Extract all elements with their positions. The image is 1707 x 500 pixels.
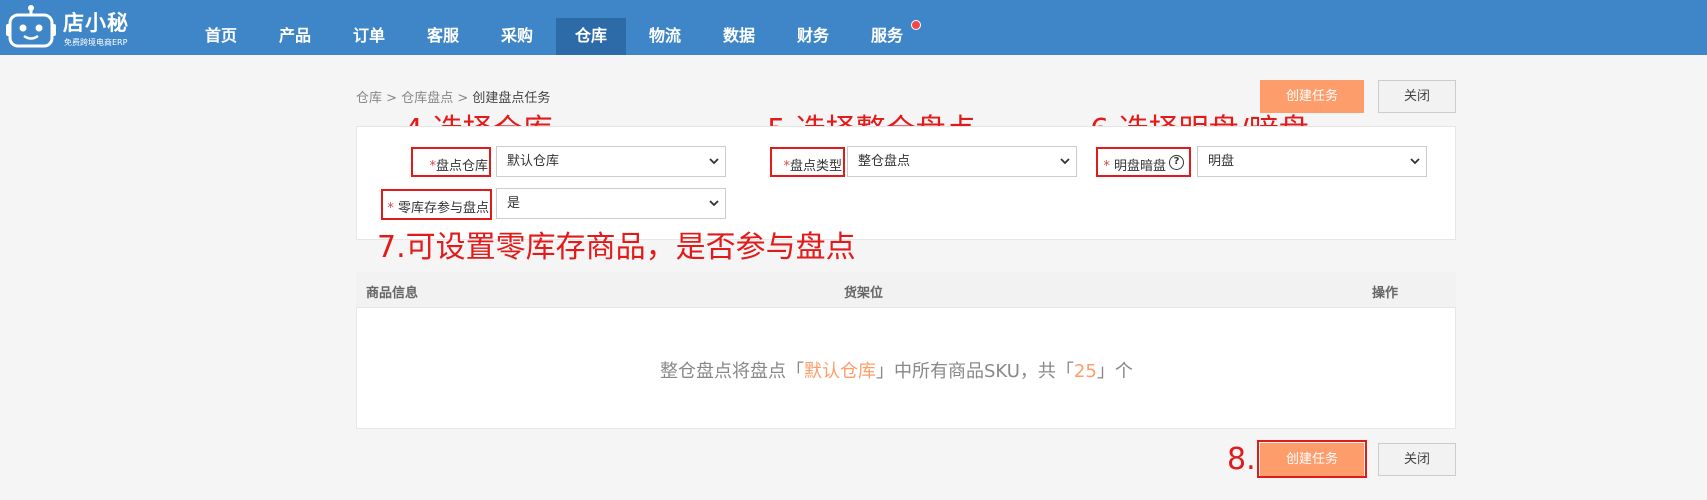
- breadcrumb-current: 创建盘点任务: [472, 91, 551, 106]
- annotation-step7: 7.可设置零库存商品，是否参与盘点: [377, 230, 856, 265]
- help-icon[interactable]: ?: [1169, 155, 1184, 170]
- chevron-down-icon: [1060, 158, 1070, 165]
- nav-item-logistics[interactable]: 物流: [639, 18, 691, 54]
- warehouse-name-highlight: 默认仓库: [804, 361, 876, 382]
- nav-item-finance[interactable]: 财务: [787, 18, 839, 54]
- column-shelf: 货架位: [844, 286, 884, 301]
- table-header: 商品信息 货架位 操作: [356, 272, 1456, 308]
- warehouse-label: *盘点仓库: [429, 159, 488, 174]
- create-task-button-bottom[interactable]: 创建任务: [1260, 443, 1364, 476]
- warehouse-select[interactable]: 默认仓库: [496, 146, 726, 177]
- annotation-step8: 8.: [1227, 442, 1256, 477]
- breadcrumb-warehouse[interactable]: 仓库: [356, 91, 382, 106]
- visibility-select[interactable]: 明盘: [1197, 146, 1427, 177]
- brand-subtitle: 免费跨境电商ERP: [64, 38, 128, 47]
- brand-name: 店小秘: [63, 11, 129, 35]
- sku-count-highlight: 25: [1073, 361, 1097, 382]
- count-type-select[interactable]: 整仓盘点: [847, 146, 1077, 177]
- breadcrumb: 仓库 > 仓库盘点 > 创建盘点任务: [356, 91, 551, 106]
- nav-item-services[interactable]: 服务: [861, 18, 913, 54]
- close-button-bottom[interactable]: 关闭: [1378, 443, 1456, 476]
- breadcrumb-stocktake[interactable]: 仓库盘点: [401, 91, 453, 106]
- top-navbar: 店小秘 免费跨境电商ERP 首页 产品 订单 客服 采购 仓库 物流 数据 财务…: [0, 0, 1707, 55]
- nav-item-orders[interactable]: 订单: [343, 18, 395, 54]
- nav-item-warehouse[interactable]: 仓库: [556, 18, 626, 55]
- brand-logo[interactable]: 店小秘 免费跨境电商ERP: [6, 4, 136, 50]
- zero-stock-select[interactable]: 是: [496, 188, 726, 219]
- nav-item-home[interactable]: 首页: [195, 18, 247, 54]
- column-product-info: 商品信息: [366, 286, 419, 301]
- nav-item-service[interactable]: 客服: [417, 18, 469, 54]
- column-actions: 操作: [1372, 286, 1399, 301]
- visibility-label: * 明盘暗盘: [1103, 159, 1166, 174]
- nav-item-products[interactable]: 产品: [269, 18, 321, 54]
- chevron-down-icon: [709, 158, 719, 165]
- zero-stock-label: * 零库存参与盘点: [387, 201, 489, 216]
- notification-dot: [911, 20, 921, 30]
- chevron-down-icon: [709, 200, 719, 207]
- nav-item-data[interactable]: 数据: [713, 18, 765, 54]
- close-button-top[interactable]: 关闭: [1378, 80, 1456, 113]
- nav-item-purchase[interactable]: 采购: [491, 18, 543, 54]
- count-type-label: *盘点类型: [783, 159, 842, 174]
- empty-state-message: 整仓盘点将盘点「默认仓库」中所有商品SKU，共「25」个: [660, 361, 1133, 382]
- chevron-down-icon: [1410, 158, 1420, 165]
- robot-logo-icon: [6, 5, 56, 48]
